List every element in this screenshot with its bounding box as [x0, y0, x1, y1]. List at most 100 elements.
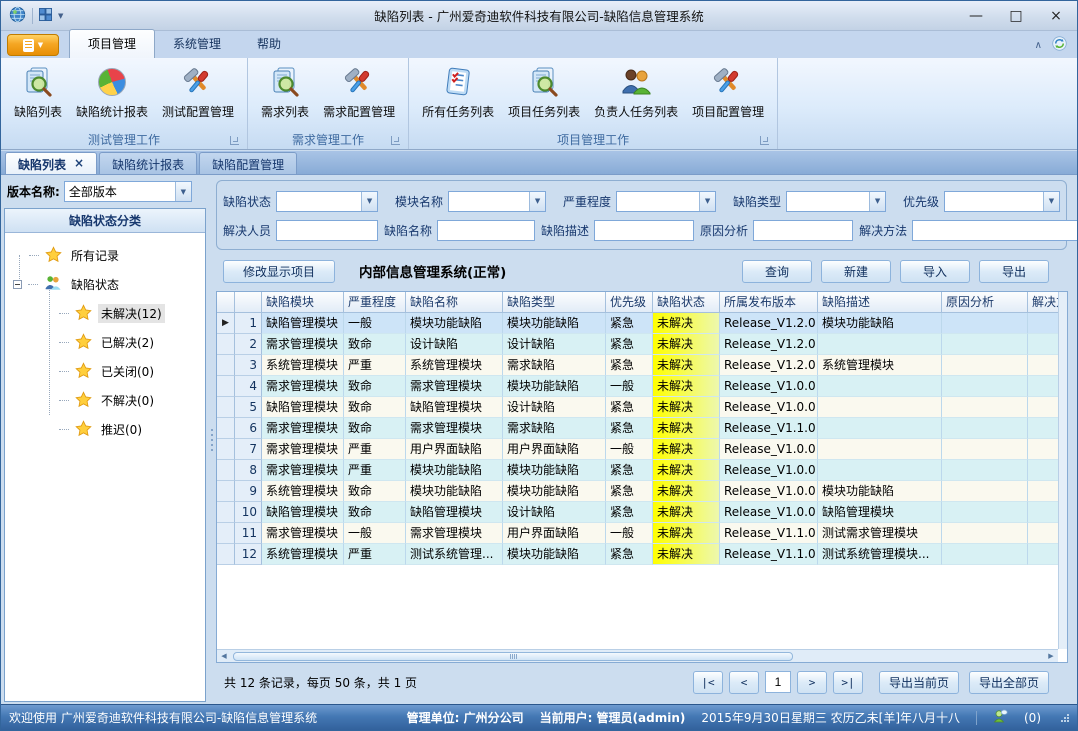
- first-page-button[interactable]: |<: [693, 671, 723, 694]
- defect-report-button[interactable]: 缺陷统计报表: [69, 62, 155, 123]
- ribbon-tab-system[interactable]: 系统管理: [155, 30, 239, 58]
- header-severity[interactable]: 严重程度: [344, 292, 406, 313]
- tree-item-resolved[interactable]: 已解决(2): [5, 328, 205, 357]
- export-button[interactable]: 导出: [979, 260, 1049, 283]
- table-row[interactable]: 4需求管理模块致命需求管理模块模块功能缺陷一般未解决Release_V1.0.0: [217, 376, 1067, 397]
- header-priority[interactable]: 优先级: [606, 292, 653, 313]
- defect-name-input[interactable]: [437, 220, 535, 241]
- table-row[interactable]: ▶1缺陷管理模块一般模块功能缺陷模块功能缺陷紧急未解决Release_V1.2.…: [217, 313, 1067, 334]
- tree-collapse-icon[interactable]: [13, 280, 22, 289]
- vertical-scrollbar[interactable]: [1058, 292, 1067, 649]
- table-row[interactable]: 7需求管理模块严重用户界面缺陷用户界面缺陷一般未解决Release_V1.0.0: [217, 439, 1067, 460]
- scroll-right-icon[interactable]: ▶: [1044, 650, 1058, 662]
- table-row[interactable]: 6需求管理模块致命需求管理模块需求缺陷紧急未解决Release_V1.1.0: [217, 418, 1067, 439]
- doc-tab-defect-config[interactable]: 缺陷配置管理: [199, 152, 297, 174]
- minimize-button[interactable]: —: [963, 8, 989, 24]
- table-row[interactable]: 3系统管理模块严重系统管理模块需求缺陷紧急未解决Release_V1.2.0系统…: [217, 355, 1067, 376]
- row-number: 10: [235, 502, 262, 523]
- tab-close-icon[interactable]: ×: [74, 156, 84, 174]
- messenger-icon[interactable]: [993, 709, 1008, 726]
- header-type[interactable]: 缺陷类型: [503, 292, 606, 313]
- chevron-down-icon[interactable]: ▼: [175, 182, 191, 201]
- last-page-button[interactable]: >|: [833, 671, 863, 694]
- header-name[interactable]: 缺陷名称: [406, 292, 503, 313]
- splitter-handle[interactable]: [207, 175, 216, 704]
- defect-status-select[interactable]: ▼: [276, 191, 378, 212]
- ribbon-tab-help[interactable]: 帮助: [239, 30, 299, 58]
- maximize-button[interactable]: □: [1003, 8, 1029, 24]
- modify-columns-button[interactable]: 修改显示项目: [223, 260, 335, 283]
- version-select[interactable]: 全部版本 ▼: [64, 181, 192, 202]
- page-number-input[interactable]: [765, 671, 791, 693]
- chevron-down-icon[interactable]: ▼: [869, 192, 885, 211]
- dialog-launcher-icon[interactable]: [760, 136, 769, 145]
- defect-list-button[interactable]: 缺陷列表: [7, 62, 69, 123]
- header-release[interactable]: 所属发布版本: [720, 292, 818, 313]
- header-method[interactable]: 解决方法: [1028, 292, 1058, 313]
- project-config-button[interactable]: 项目配置管理: [685, 62, 771, 123]
- prev-page-button[interactable]: <: [729, 671, 759, 694]
- resize-grip[interactable]: [1061, 714, 1069, 722]
- tree-item-all-records[interactable]: 所有记录: [5, 241, 205, 270]
- table-row[interactable]: 12系统管理模块严重测试系统管理...模块功能缺陷紧急未解决Release_V1…: [217, 544, 1067, 565]
- system-status-label: 内部信息管理系统(正常): [359, 261, 506, 281]
- requirement-config-button[interactable]: 需求配置管理: [316, 62, 402, 123]
- application-menu-button[interactable]: ▼: [7, 34, 59, 56]
- resolver-input[interactable]: [276, 220, 378, 241]
- sync-icon[interactable]: [1052, 36, 1067, 54]
- version-label: 版本名称:: [7, 183, 60, 200]
- dialog-launcher-icon[interactable]: [230, 136, 239, 145]
- export-current-page-button[interactable]: 导出当前页: [879, 671, 959, 694]
- date-text: 2015年9月30日星期三 农历乙未[羊]年八月十八: [701, 709, 960, 726]
- tree-item-wont-fix[interactable]: 不解决(0): [5, 386, 205, 415]
- next-page-button[interactable]: >: [797, 671, 827, 694]
- defect-type-select[interactable]: ▼: [786, 191, 886, 212]
- quick-access-grid-icon[interactable]: [39, 8, 52, 24]
- module-name-select[interactable]: ▼: [448, 191, 546, 212]
- tree-item-defect-status[interactable]: 缺陷状态: [5, 270, 205, 299]
- chevron-down-icon[interactable]: ▼: [361, 192, 377, 211]
- defect-desc-input[interactable]: [594, 220, 694, 241]
- doc-tab-defect-list[interactable]: 缺陷列表 ×: [5, 152, 97, 174]
- header-desc[interactable]: 缺陷描述: [818, 292, 942, 313]
- priority-select[interactable]: ▼: [944, 191, 1060, 212]
- query-button[interactable]: 查询: [742, 260, 812, 283]
- doc-tab-defect-report[interactable]: 缺陷统计报表: [99, 152, 197, 174]
- all-tasks-button[interactable]: 所有任务列表: [415, 62, 501, 123]
- export-all-pages-button[interactable]: 导出全部页: [969, 671, 1049, 694]
- tree-item-unresolved[interactable]: 未解决(12): [5, 299, 205, 328]
- qat-dropdown-icon[interactable]: ▼: [58, 12, 63, 20]
- requirement-list-button[interactable]: 需求列表: [254, 62, 316, 123]
- cause-analysis-input[interactable]: [753, 220, 853, 241]
- solution-input[interactable]: [912, 220, 1078, 241]
- owner-tasks-button[interactable]: 负责人任务列表: [587, 62, 685, 123]
- close-button[interactable]: ×: [1043, 8, 1069, 24]
- header-module[interactable]: 缺陷模块: [262, 292, 344, 313]
- severity-select[interactable]: ▼: [616, 191, 716, 212]
- table-row[interactable]: 10缺陷管理模块致命缺陷管理模块设计缺陷紧急未解决Release_V1.0.0缺…: [217, 502, 1067, 523]
- header-status[interactable]: 缺陷状态: [653, 292, 720, 313]
- grid-footer: 共 12 条记录，每页 50 条，共 1 页 |< < > >| 导出当前页 导…: [216, 667, 1067, 697]
- dialog-launcher-icon[interactable]: [391, 136, 400, 145]
- header-cause[interactable]: 原因分析: [942, 292, 1028, 313]
- table-row[interactable]: 9系统管理模块致命模块功能缺陷模块功能缺陷紧急未解决Release_V1.0.0…: [217, 481, 1067, 502]
- test-config-button[interactable]: 测试配置管理: [155, 62, 241, 123]
- import-button[interactable]: 导入: [900, 260, 970, 283]
- table-row[interactable]: 11需求管理模块一般需求管理模块用户界面缺陷一般未解决Release_V1.1.…: [217, 523, 1067, 544]
- table-row[interactable]: 5缺陷管理模块致命缺陷管理模块设计缺陷紧急未解决Release_V1.0.0: [217, 397, 1067, 418]
- app-globe-icon[interactable]: [9, 6, 26, 26]
- project-tasks-button[interactable]: 项目任务列表: [501, 62, 587, 123]
- ribbon-tab-project[interactable]: 项目管理: [69, 29, 155, 58]
- scrollbar-thumb[interactable]: [233, 652, 793, 661]
- tree-item-closed[interactable]: 已关闭(0): [5, 357, 205, 386]
- chevron-down-icon[interactable]: ▼: [699, 192, 715, 211]
- chevron-down-icon[interactable]: ▼: [1043, 192, 1059, 211]
- chevron-down-icon[interactable]: ▼: [529, 192, 545, 211]
- new-button[interactable]: 新建: [821, 260, 891, 283]
- table-row[interactable]: 2需求管理模块致命设计缺陷设计缺陷紧急未解决Release_V1.2.0: [217, 334, 1067, 355]
- tree-item-postponed[interactable]: 推迟(0): [5, 415, 205, 444]
- scroll-left-icon[interactable]: ◀: [217, 650, 231, 662]
- ribbon-collapse-icon[interactable]: ∧: [1035, 40, 1042, 51]
- horizontal-scrollbar[interactable]: ◀ ▶: [217, 649, 1058, 662]
- table-row[interactable]: 8需求管理模块严重模块功能缺陷模块功能缺陷紧急未解决Release_V1.0.0: [217, 460, 1067, 481]
